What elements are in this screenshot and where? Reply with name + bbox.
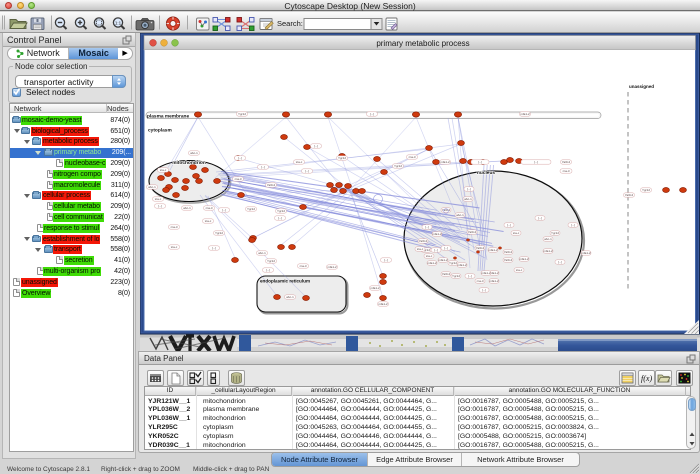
svg-text:Ygr12: Ygr12	[449, 261, 457, 265]
svg-text:Yal0-2: Yal0-2	[476, 246, 485, 250]
svg-text:tca-c: tca-c	[417, 247, 424, 251]
svg-text:Ygr12: Ygr12	[267, 259, 275, 263]
svg-text:Ygr12: Ygr12	[642, 188, 650, 192]
svg-text:unassigned: unassigned	[629, 84, 654, 89]
svg-text:abc-1: abc-1	[544, 237, 552, 241]
svg-text:mfa1-2: mfa1-2	[457, 263, 467, 267]
svg-text:mitochondrion: mitochondrion	[172, 160, 206, 166]
svg-text:Yal0-2: Yal0-2	[504, 250, 513, 254]
svg-text:mfa1-2: mfa1-2	[432, 232, 442, 236]
svg-text:Yal0-2: Yal0-2	[562, 160, 571, 164]
svg-text:endoplasmic reticulum: endoplasmic reticulum	[260, 279, 310, 284]
svg-text:[...]: [...]	[384, 258, 388, 262]
svg-text:abc-1: abc-1	[183, 206, 191, 210]
svg-text:[...]: [...]	[222, 208, 226, 212]
svg-text:[...]: [...]	[558, 260, 562, 264]
svg-text:rna-tl: rna-tl	[171, 225, 178, 229]
svg-text:Ygr12: Ygr12	[338, 156, 346, 160]
svg-text:mfa1-2: mfa1-2	[489, 279, 499, 283]
svg-text:[...]: [...]	[444, 246, 448, 250]
svg-text:[...]: [...]	[425, 225, 429, 229]
svg-text:mfa1-2: mfa1-2	[440, 160, 450, 164]
svg-text:tca-c: tca-c	[513, 231, 520, 235]
svg-text:mfa1-2: mfa1-2	[488, 248, 498, 252]
svg-text:Search:: Search:	[277, 19, 303, 28]
svg-text:rna-tl: rna-tl	[206, 206, 213, 210]
svg-text:Ygr12: Ygr12	[394, 164, 402, 168]
svg-text:[...]: [...]	[314, 144, 318, 148]
svg-text:mfa1-2: mfa1-2	[519, 257, 529, 261]
svg-text:tca-c: tca-c	[155, 197, 162, 201]
svg-text:Yal0-2: Yal0-2	[267, 183, 276, 187]
svg-text:rna-tl: rna-tl	[563, 169, 570, 173]
svg-text:[...]: [...]	[478, 160, 482, 164]
svg-text:mfa1-2: mfa1-2	[581, 251, 591, 255]
svg-text:cytoplasm: cytoplasm	[148, 128, 172, 134]
svg-text:mfa1-2: mfa1-2	[543, 249, 553, 253]
svg-text:Ygr12: Ygr12	[551, 231, 559, 235]
svg-text:[...]: [...]	[305, 169, 309, 173]
svg-text:abc-1: abc-1	[258, 251, 266, 255]
svg-text:abc-1: abc-1	[456, 213, 464, 217]
svg-text:[...]: [...]	[538, 216, 542, 220]
svg-text:tca-c: tca-c	[296, 160, 303, 164]
svg-text:rna-tl: rna-tl	[477, 279, 484, 283]
svg-text:mfa1-2: mfa1-2	[427, 261, 437, 265]
svg-text:Ygr12: Ygr12	[277, 209, 285, 213]
svg-text:1:1: 1:1	[115, 21, 122, 26]
svg-text:abc-1: abc-1	[148, 185, 156, 189]
svg-text:[...]: [...]	[261, 165, 265, 169]
svg-text:[...]: [...]	[238, 156, 242, 160]
svg-text:[...]: [...]	[434, 248, 438, 252]
svg-text:tca-c: tca-c	[205, 219, 212, 223]
svg-text:rna-tl: rna-tl	[235, 177, 242, 181]
svg-text:Ygr12: Ygr12	[247, 207, 255, 211]
svg-text:mfa1-2: mfa1-2	[378, 302, 388, 306]
svg-text:Yal0-2: Yal0-2	[625, 193, 634, 197]
svg-text:tca-c: tca-c	[516, 268, 523, 272]
svg-text:[...]: [...]	[534, 160, 538, 164]
svg-text:mfa1-2: mfa1-2	[438, 258, 448, 262]
svg-text:[...]: [...]	[467, 187, 471, 191]
svg-text:[...]: [...]	[507, 223, 511, 227]
svg-text:plasma membrane: plasma membrane	[147, 113, 189, 119]
svg-text:[...]: [...]	[278, 216, 282, 220]
svg-text:Ygr12: Ygr12	[238, 112, 246, 116]
svg-text:Yal0-2: Yal0-2	[442, 272, 451, 276]
svg-text:abc-1: abc-1	[286, 295, 294, 299]
svg-text:nucleus: nucleus	[477, 170, 495, 176]
svg-text:primary metabolic process: primary metabolic process	[376, 39, 469, 48]
svg-text:[...]: [...]	[468, 274, 472, 278]
svg-text:tca-c: tca-c	[171, 245, 178, 249]
svg-text:mfa1-2: mfa1-2	[520, 112, 530, 116]
svg-text:rna-tl: rna-tl	[300, 264, 307, 268]
svg-text:mfa1-2: mfa1-2	[481, 271, 491, 275]
svg-text:tca-c: tca-c	[426, 254, 433, 258]
svg-text:[...]: [...]	[370, 112, 374, 116]
svg-text:Yal0-2: Yal0-2	[468, 230, 477, 234]
svg-text:abc-1: abc-1	[190, 151, 198, 155]
svg-text:mfa1-2: mfa1-2	[327, 265, 337, 269]
svg-text:mfa1-2: mfa1-2	[370, 286, 380, 290]
svg-text:f(x): f(x)	[641, 374, 652, 383]
svg-text:abc-1: abc-1	[464, 197, 472, 201]
svg-text:[...]: [...]	[482, 288, 486, 292]
svg-text:Yal0-2: Yal0-2	[504, 258, 513, 262]
svg-text:rna-tl: rna-tl	[409, 155, 416, 159]
svg-text:[...]: [...]	[212, 246, 216, 250]
svg-text:[...]: [...]	[266, 268, 270, 272]
svg-text:[...]: [...]	[158, 204, 162, 208]
svg-text:Ygr12: Ygr12	[215, 231, 223, 235]
svg-text:Yal0-2: Yal0-2	[419, 239, 428, 243]
svg-text:tca-c: tca-c	[160, 168, 167, 172]
svg-text:Ygr12: Ygr12	[452, 274, 460, 278]
svg-text:[...]: [...]	[571, 223, 575, 227]
